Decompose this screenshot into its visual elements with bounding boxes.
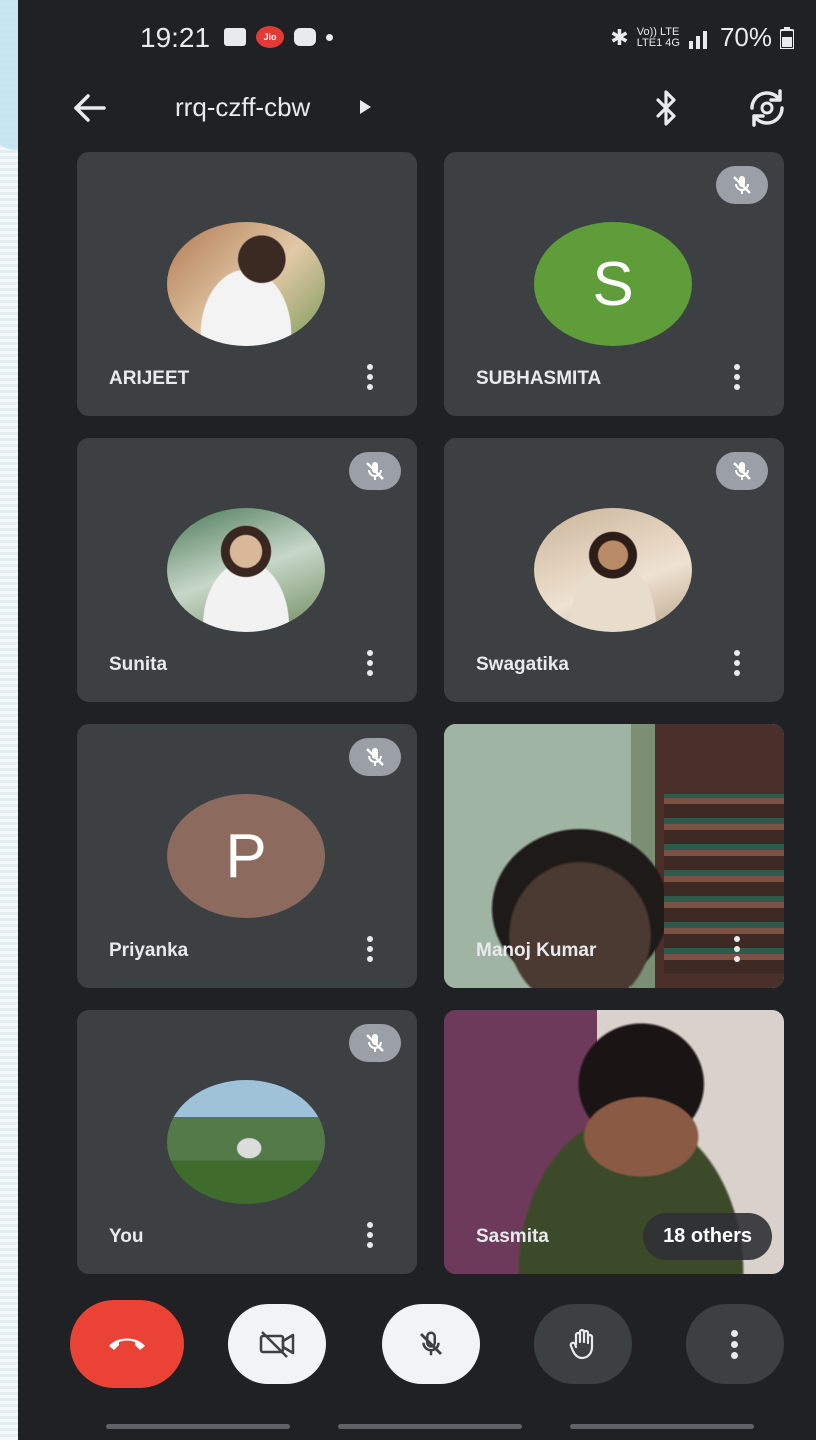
status-time: 19:21 [140,22,211,53]
more-vert-icon[interactable] [730,936,744,966]
participant-tile-priyanka[interactable]: P Priyanka [77,724,417,988]
more-vert-icon[interactable] [363,650,377,680]
participant-tile-swagatika[interactable]: Swagatika [444,438,784,702]
more-vert-icon[interactable] [363,936,377,966]
mic-off-icon [716,452,768,490]
participant-tile-arijeet[interactable]: ARIJEET [77,152,417,416]
nav-indicator-right [570,1424,754,1429]
battery-icon [780,26,794,49]
participant-name: Sunita [109,654,168,675]
meet-call-screen: 19:21 Jio ✱ Vo)) LTE LTE1 4G 70% rrq-czf… [18,0,816,1440]
others-count-chip[interactable]: 18 others [643,1213,772,1260]
participant-name: Swagatika [476,654,569,675]
participant-tile-you[interactable]: You [77,1010,417,1274]
gallery-icon [224,28,246,46]
status-bar: 19:21 Jio ✱ Vo)) LTE LTE1 4G 70% [18,0,816,78]
bluetooth-audio-icon[interactable] [646,88,686,128]
message-icon [294,28,316,46]
system-icons: ✱ Vo)) LTE LTE1 4G 70% [610,22,794,53]
signal-icon [688,30,707,49]
mic-off-icon [420,1331,442,1356]
meeting-code[interactable]: rrq-czff-cbw [175,92,310,123]
more-notifications-dot [326,33,333,41]
meeting-details-caret-icon[interactable] [360,100,371,114]
avatar [167,222,325,346]
camera-toggle-button[interactable] [228,1304,326,1384]
nav-indicator-left [106,1424,290,1429]
mic-off-icon [349,738,401,776]
participant-tile-subhasmita[interactable]: S SUBHASMITA [444,152,784,416]
slide-border-decoration [0,0,18,1440]
participant-tile-manoj-kumar[interactable]: Manoj Kumar [444,724,784,988]
participant-tile-sasmita[interactable]: Sasmita 18 others [444,1010,784,1274]
more-vert-icon[interactable] [363,364,377,394]
jio-icon: Jio [256,26,284,48]
nav-indicator-center [338,1424,522,1429]
meeting-top-bar: rrq-czff-cbw [18,78,816,138]
end-call-button[interactable] [70,1300,184,1388]
participant-tile-sunita[interactable]: Sunita [77,438,417,702]
bluetooth-status-icon: ✱ [610,24,629,50]
more-vert-icon [731,1329,739,1359]
notification-icons: Jio [224,26,333,48]
more-vert-icon[interactable] [730,650,744,680]
avatar [167,508,325,632]
avatar [534,508,692,632]
camera-off-icon [259,1331,295,1358]
mic-toggle-button[interactable] [382,1304,480,1384]
participant-name: Manoj Kumar [476,940,597,961]
avatar-letter: P [167,794,325,918]
mic-off-icon [349,1024,401,1062]
call-controls [18,1300,816,1400]
participant-name: You [109,1226,144,1247]
switch-camera-icon[interactable] [744,86,790,130]
more-vert-icon[interactable] [363,1222,377,1252]
avatar [167,1080,325,1204]
more-options-button[interactable] [686,1304,784,1384]
participant-name: Priyanka [109,940,189,961]
raise-hand-button[interactable] [534,1304,632,1384]
more-vert-icon[interactable] [730,364,744,394]
participant-name: ARIJEET [109,368,190,389]
hand-icon [569,1328,594,1360]
mic-off-icon [349,452,401,490]
mic-off-icon [716,166,768,204]
participant-name: Sasmita [476,1226,549,1247]
phone-hangup-icon [109,1338,145,1350]
avatar-letter: S [534,222,692,346]
shelf [664,794,784,974]
back-arrow-icon[interactable] [68,86,112,130]
battery-percent: 70% [719,22,772,52]
participant-name: SUBHASMITA [476,368,602,389]
network-type: Vo)) LTE LTE1 4G [636,25,680,49]
